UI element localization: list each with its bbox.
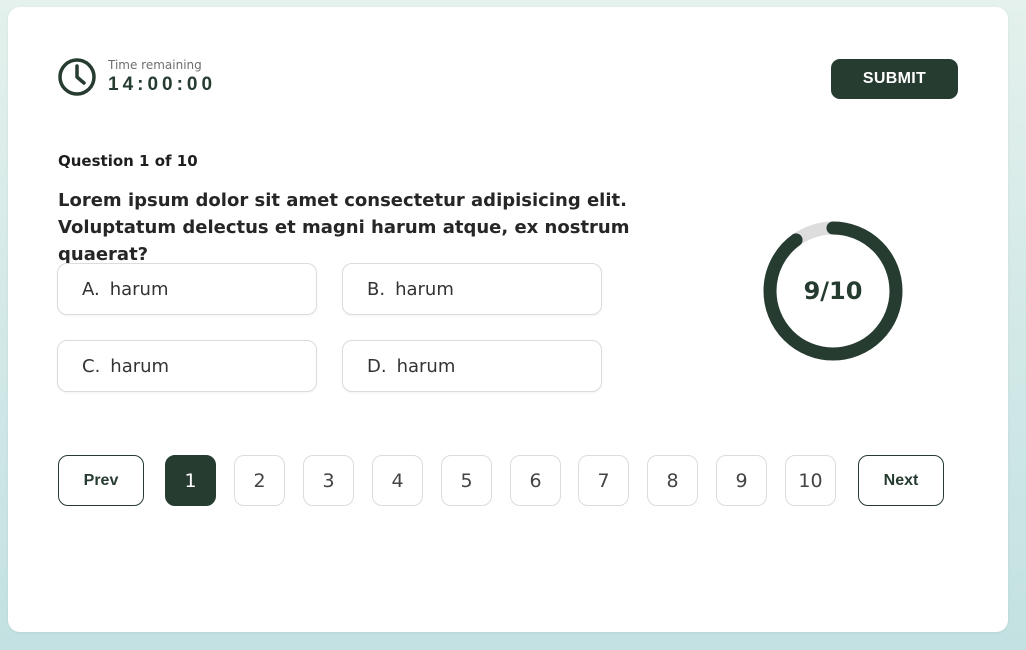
quiz-card: Time remaining 14:00:00 SUBMIT Question …: [8, 7, 1008, 632]
question-text: Lorem ipsum dolor sit amet consectetur a…: [58, 190, 630, 265]
option-letter: B.: [367, 278, 386, 300]
question-counter: Question 1 of 10: [58, 152, 198, 170]
option-d[interactable]: D. harum: [342, 340, 602, 392]
option-letter: D.: [367, 355, 387, 377]
prev-button[interactable]: Prev: [58, 455, 144, 506]
clock-icon: [57, 57, 97, 97]
option-letter: A.: [82, 278, 100, 300]
submit-button[interactable]: SUBMIT: [831, 59, 958, 99]
page-button-5[interactable]: 5: [441, 455, 492, 506]
option-a[interactable]: A. harum: [57, 263, 317, 315]
option-text: harum: [396, 355, 456, 377]
page-button-2[interactable]: 2: [234, 455, 285, 506]
page-button-4[interactable]: 4: [372, 455, 423, 506]
page-button-3[interactable]: 3: [303, 455, 354, 506]
option-text: harum: [110, 355, 170, 377]
timer-label: Time remaining: [108, 58, 202, 72]
progress-label: 9/10: [803, 277, 863, 305]
page-button-1[interactable]: 1: [165, 455, 216, 506]
next-button[interactable]: Next: [858, 455, 944, 506]
page-button-9[interactable]: 9: [716, 455, 767, 506]
timer: Time remaining 14:00:00: [57, 57, 216, 97]
option-text: harum: [109, 278, 169, 300]
page-button-8[interactable]: 8: [647, 455, 698, 506]
option-letter: C.: [82, 355, 101, 377]
option-text: harum: [395, 278, 454, 300]
option-c[interactable]: C. harum: [57, 340, 317, 392]
page-button-10[interactable]: 10: [785, 455, 836, 506]
timer-value: 14:00:00: [108, 74, 217, 95]
option-b[interactable]: B. harum: [342, 263, 602, 315]
page-button-6[interactable]: 6: [510, 455, 561, 506]
page-button-7[interactable]: 7: [578, 455, 629, 506]
